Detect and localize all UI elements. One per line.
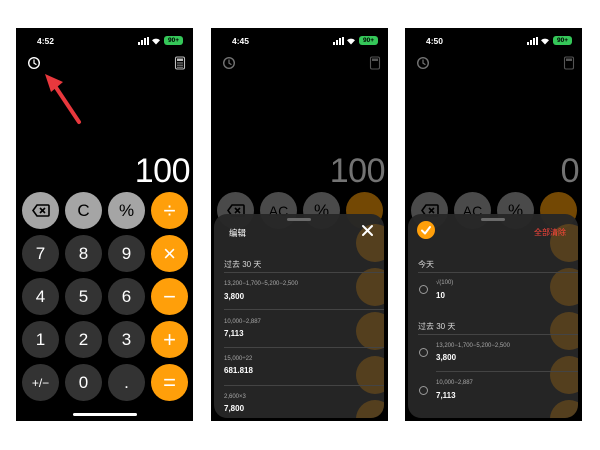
history-item-result[interactable]: 3,800: [436, 353, 456, 362]
history-item-result[interactable]: 10: [436, 291, 445, 300]
history-item-result[interactable]: 7,800: [224, 404, 244, 413]
battery-icon: 90+: [553, 36, 572, 45]
digit-4-button[interactable]: 4: [22, 278, 59, 315]
ghost-key: [550, 400, 578, 418]
history-sheet: 全部清除 今天 √(100) 10 过去 30 天 13,200−1,700−5…: [408, 214, 578, 418]
section-past-30-days: 过去 30 天: [224, 260, 262, 269]
sheet-header: 全部清除: [408, 214, 578, 250]
result-display: 100: [329, 152, 386, 190]
battery-icon: 90+: [164, 36, 183, 45]
divider: [418, 272, 578, 273]
status-time: 4:45: [232, 36, 250, 46]
select-radio[interactable]: [419, 386, 428, 395]
cellular-signal-icon: [527, 37, 538, 45]
section-today: 今天: [418, 260, 434, 269]
history-item-result[interactable]: 7,113: [224, 329, 244, 338]
close-icon[interactable]: [361, 224, 374, 237]
edit-button[interactable]: 编辑: [229, 227, 246, 239]
digit-7-button[interactable]: 7: [22, 235, 59, 272]
wifi-icon: [541, 38, 549, 45]
history-icon[interactable]: [27, 56, 41, 70]
calculator-icon[interactable]: [173, 56, 187, 70]
ghost-key: [550, 312, 578, 350]
digit-1-button[interactable]: 1: [22, 321, 59, 358]
sign-toggle-button[interactable]: +/−: [22, 364, 59, 401]
wifi-icon: [347, 38, 355, 45]
history-item-expression: 13,200−1,700−5,200−2,500: [436, 343, 510, 349]
home-indicator: [73, 413, 137, 416]
history-item-result[interactable]: 3,800: [224, 292, 244, 301]
red-arrow-annotation: [45, 74, 81, 124]
history-icon: [417, 57, 429, 69]
history-item-expression: √(100): [436, 280, 454, 286]
digit-9-button[interactable]: 9: [108, 235, 145, 272]
history-icon: [223, 57, 235, 69]
ghost-key: [550, 268, 578, 306]
divider: [224, 309, 384, 310]
divider: [436, 371, 578, 372]
ghost-key: [356, 312, 384, 350]
backspace-icon: [31, 204, 50, 217]
done-button[interactable]: [417, 221, 435, 239]
history-item-result[interactable]: 681.818: [224, 366, 253, 375]
section-past-30-days: 过去 30 天: [418, 322, 456, 331]
result-display: 0: [560, 152, 580, 190]
clear-all-button[interactable]: 全部清除: [534, 227, 566, 238]
ghost-key: [356, 268, 384, 306]
history-item-expression: 15,000÷22: [224, 356, 253, 362]
select-radio[interactable]: [419, 348, 428, 357]
digit-2-button[interactable]: 2: [65, 321, 102, 358]
digit-3-button[interactable]: 3: [108, 321, 145, 358]
backspace-button[interactable]: [22, 192, 59, 229]
divider: [418, 334, 578, 335]
clear-button[interactable]: C: [65, 192, 102, 229]
history-sheet: 编辑 过去 30 天 13,200−1,700−5,200−2,500 3,80…: [214, 214, 384, 418]
divider: [224, 272, 384, 273]
plus-button[interactable]: +: [151, 321, 188, 358]
calculator-screen-main: 4:52 90+ 100 C % ÷ 7 8 9 × 4 5 6 − 1 2 3…: [16, 28, 193, 421]
percent-button[interactable]: %: [108, 192, 145, 229]
divider: [224, 385, 384, 386]
equals-button[interactable]: =: [151, 364, 188, 401]
ghost-key: [550, 356, 578, 394]
calculator-screen-history-edit: 4:50 90+ 0 AC % 全部清除 今天 √(100) 10 过去 30 …: [405, 28, 582, 421]
decimal-button[interactable]: .: [108, 364, 145, 401]
digit-6-button[interactable]: 6: [108, 278, 145, 315]
history-item-expression: 2,600×3: [224, 394, 246, 400]
history-item-expression: 13,200−1,700−5,200−2,500: [224, 281, 298, 287]
status-bar: 4:52 90+: [16, 34, 193, 48]
checkmark-icon: [421, 226, 431, 235]
calculator-screen-history: 4:45 90+ 100 AC % 编辑 过去 30 天 13,200−1,70…: [211, 28, 388, 421]
cellular-signal-icon: [138, 37, 149, 45]
result-display: 100: [134, 152, 191, 190]
status-bar: 4:50 90+: [405, 34, 582, 48]
history-item-expression: 10,000−2,887: [436, 380, 473, 386]
digit-8-button[interactable]: 8: [65, 235, 102, 272]
history-item-result[interactable]: 7,113: [436, 391, 456, 400]
sheet-header: 编辑: [214, 214, 384, 250]
battery-icon: 90+: [359, 36, 378, 45]
ghost-key: [356, 356, 384, 394]
history-item-expression: 10,000−2,887: [224, 319, 261, 325]
status-time: 4:52: [37, 36, 55, 46]
ghost-key: [356, 400, 384, 418]
calculator-icon: [563, 56, 575, 70]
divider: [224, 347, 384, 348]
status-time: 4:50: [426, 36, 444, 46]
digit-0-button[interactable]: 0: [65, 364, 102, 401]
digit-5-button[interactable]: 5: [65, 278, 102, 315]
select-radio[interactable]: [419, 285, 428, 294]
minus-button[interactable]: −: [151, 278, 188, 315]
calculator-icon: [369, 56, 381, 70]
multiply-button[interactable]: ×: [151, 235, 188, 272]
status-bar: 4:45 90+: [211, 34, 388, 48]
divide-button[interactable]: ÷: [151, 192, 188, 229]
wifi-icon: [152, 38, 160, 45]
cellular-signal-icon: [333, 37, 344, 45]
